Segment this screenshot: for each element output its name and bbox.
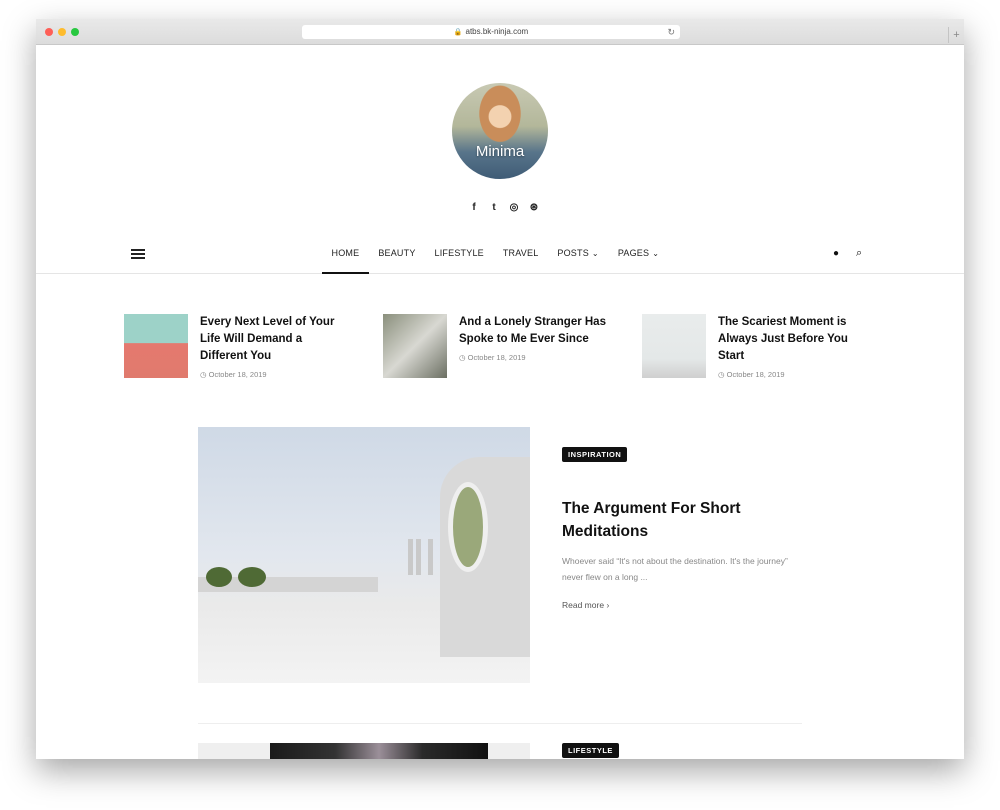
instagram-icon[interactable]: ◎ — [507, 201, 521, 215]
web-page: Minima f t ◎ ⊛ HOME BEAUTY LIFESTYLE TRA… — [36, 45, 964, 759]
url-text: atbs.bk-ninja.com — [465, 27, 529, 36]
category-tag[interactable]: LIFESTYLE — [562, 743, 619, 758]
twitter-icon[interactable]: t — [487, 201, 501, 215]
post-image[interactable] — [198, 427, 530, 683]
featured-title[interactable]: And a Lonely Stranger Has Spoke to Me Ev… — [459, 314, 609, 348]
chevron-right-icon: › — [606, 600, 610, 610]
social-links: f t ◎ ⊛ — [456, 201, 552, 215]
chevron-down-icon: ⌄ — [652, 249, 660, 258]
nav-item-beauty[interactable]: BEAUTY — [369, 235, 425, 273]
category-tag[interactable]: INSPIRATION — [562, 447, 628, 462]
post-title[interactable]: The Argument For Short Meditations — [562, 497, 782, 543]
browser-window: 🔒 atbs.bk-ninja.com ↻ + Minima f t ◎ ⊛ HO… — [36, 19, 964, 759]
facebook-icon[interactable]: f — [467, 201, 481, 215]
lock-icon: 🔒 — [453, 29, 463, 36]
maximize-window-button[interactable] — [71, 28, 79, 36]
search-icon[interactable]: ⌕ — [856, 247, 862, 260]
site-brand: Minima — [475, 143, 525, 160]
clock-icon: ◷ — [459, 353, 466, 362]
featured-thumbnail[interactable] — [383, 314, 447, 378]
nav-item-pages[interactable]: PAGES ⌄ — [608, 235, 668, 273]
minimize-window-button[interactable] — [58, 28, 66, 36]
new-tab-button[interactable]: + — [948, 27, 964, 43]
featured-date: October 18, 2019 — [467, 353, 526, 362]
post-excerpt: Whoever said “It's not about the destina… — [562, 556, 788, 582]
main-navigation: HOME BEAUTY LIFESTYLE TRAVEL POSTS ⌄ PAGE… — [36, 235, 964, 274]
clock-icon: ◷ — [718, 370, 725, 379]
close-window-button[interactable] — [45, 28, 53, 36]
nav-item-posts[interactable]: POSTS ⌄ — [548, 235, 608, 273]
nav-menu: HOME BEAUTY LIFESTYLE TRAVEL POSTS ⌄ PAGE… — [322, 235, 669, 274]
read-more-link[interactable]: Read more › — [562, 600, 609, 610]
user-icon[interactable]: ● — [833, 248, 839, 259]
featured-post-2[interactable]: And a Lonely Stranger Has Spoke to Me Ev… — [383, 314, 609, 378]
post-image[interactable] — [198, 743, 530, 759]
hamburger-menu-icon[interactable] — [131, 249, 145, 259]
reload-icon[interactable]: ↻ — [667, 25, 675, 39]
featured-date: October 18, 2019 — [208, 370, 267, 379]
dribbble-icon[interactable]: ⊛ — [527, 201, 541, 215]
nav-item-travel[interactable]: TRAVEL — [493, 235, 548, 273]
featured-date: October 18, 2019 — [726, 370, 785, 379]
browser-titlebar: 🔒 atbs.bk-ninja.com ↻ + — [36, 19, 964, 45]
featured-post-1[interactable]: Every Next Level of Your Life Will Deman… — [124, 314, 350, 379]
featured-thumbnail[interactable] — [124, 314, 188, 378]
address-bar[interactable]: 🔒 atbs.bk-ninja.com ↻ — [302, 25, 680, 39]
post-divider — [198, 723, 802, 724]
clock-icon: ◷ — [200, 370, 207, 379]
featured-title[interactable]: The Scariest Moment is Always Just Befor… — [718, 314, 868, 365]
chevron-down-icon: ⌄ — [591, 249, 599, 258]
featured-thumbnail[interactable] — [642, 314, 706, 378]
featured-post-3[interactable]: The Scariest Moment is Always Just Befor… — [642, 314, 868, 379]
nav-item-lifestyle[interactable]: LIFESTYLE — [425, 235, 493, 273]
featured-title[interactable]: Every Next Level of Your Life Will Deman… — [200, 314, 350, 365]
site-logo-avatar[interactable]: Minima — [452, 83, 548, 179]
nav-item-home[interactable]: HOME — [322, 235, 369, 274]
